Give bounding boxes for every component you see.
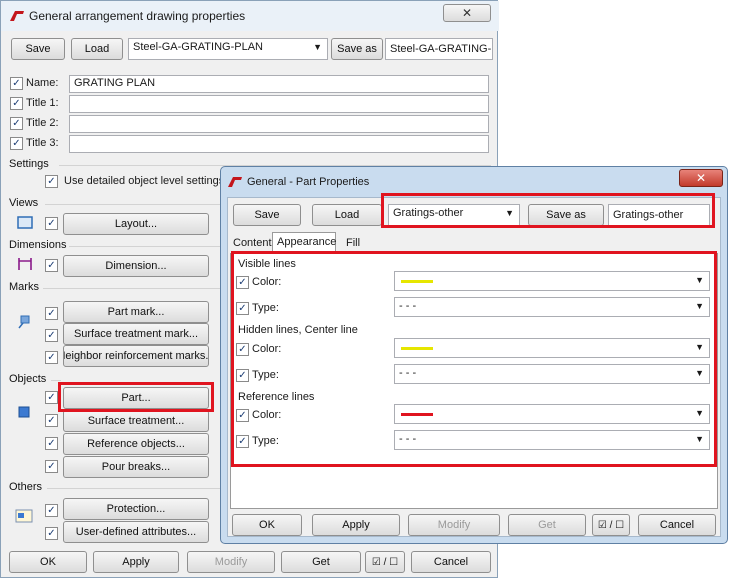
neighbor-mark-checkbox[interactable]: ✓ [45, 351, 58, 364]
title1-checkbox[interactable]: ✓ [10, 97, 23, 110]
preset-select[interactable]: Steel-GA-GRATING-PLAN ▼ [128, 38, 328, 60]
ok-button[interactable]: OK [9, 551, 87, 573]
title2-checkbox[interactable]: ✓ [10, 117, 23, 130]
settings-group-label: Settings [9, 158, 49, 170]
title-bar: General arrangement drawing properties ✕ [1, 1, 499, 31]
get-button[interactable]: Get [281, 551, 361, 573]
window-title: General - Part Properties [247, 176, 370, 188]
part-mark-checkbox[interactable]: ✓ [45, 307, 58, 320]
divider [43, 288, 225, 289]
part-object-icon [18, 406, 30, 418]
layout-button[interactable]: Layout... [63, 213, 209, 235]
part-button-highlight [58, 382, 214, 412]
close-icon: ✕ [461, 6, 473, 20]
dimensions-group-label: Dimensions [9, 239, 67, 251]
save-button[interactable]: Save [233, 204, 301, 226]
protection-checkbox[interactable]: ✓ [45, 504, 58, 517]
marks-group-label: Marks [9, 281, 39, 293]
divider [69, 246, 225, 247]
modify-button[interactable]: Modify [187, 551, 275, 573]
cancel-button[interactable]: Cancel [638, 514, 716, 536]
chevron-down-icon: ▼ [313, 42, 322, 52]
apply-button[interactable]: Apply [312, 514, 400, 536]
reference-objects-checkbox[interactable]: ✓ [45, 437, 58, 450]
others-group-label: Others [9, 481, 43, 493]
attributes-icon [15, 509, 33, 523]
title3-label: Title 3: [26, 137, 59, 149]
appearance-highlight [231, 251, 717, 467]
user-attributes-checkbox[interactable]: ✓ [45, 527, 58, 540]
reference-objects-button[interactable]: Reference objects... [63, 433, 209, 455]
tekla-app-icon [10, 11, 24, 21]
title3-field[interactable] [69, 135, 489, 153]
preset-value: Steel-GA-GRATING-PLAN [133, 41, 263, 53]
surface-treatment-mark-button[interactable]: Surface treatment mark... [63, 323, 209, 345]
name-label: Name: [26, 77, 59, 89]
pour-breaks-button[interactable]: Pour breaks... [63, 456, 209, 478]
title1-field[interactable] [69, 95, 489, 113]
neighbor-reinforcement-marks-button[interactable]: Neighbor reinforcement marks... [63, 345, 209, 367]
dimension-checkbox[interactable]: ✓ [45, 259, 58, 272]
view-icon [17, 216, 33, 229]
part-checkbox[interactable]: ✓ [45, 391, 58, 404]
apply-button[interactable]: Apply [93, 551, 179, 573]
close-button[interactable]: ✕ [679, 169, 723, 187]
layout-checkbox[interactable]: ✓ [45, 217, 58, 230]
window-title: General arrangement drawing properties [29, 9, 246, 23]
save-as-name-field[interactable]: Steel-GA-GRATING-PL [385, 38, 493, 60]
dimension-icon [18, 258, 32, 270]
detailed-settings-checkbox[interactable]: ✓ [45, 175, 58, 188]
mark-icon [18, 315, 30, 329]
name-checkbox[interactable]: ✓ [10, 77, 23, 90]
save-as-button[interactable]: Save as [331, 38, 383, 60]
ok-button[interactable]: OK [232, 514, 302, 536]
surface-treatment-button[interactable]: Surface treatment... [63, 410, 209, 432]
tekla-app-icon [228, 177, 242, 187]
modify-button[interactable]: Modify [408, 514, 500, 536]
divider [51, 380, 61, 381]
title1-label: Title 1: [26, 97, 59, 109]
title3-checkbox[interactable]: ✓ [10, 137, 23, 150]
cancel-button[interactable]: Cancel [411, 551, 491, 573]
views-group-label: Views [9, 197, 39, 209]
pour-breaks-checkbox[interactable]: ✓ [45, 460, 58, 473]
close-icon: ✕ [695, 171, 707, 185]
title2-label: Title 2: [26, 117, 59, 129]
close-button[interactable]: ✕ [443, 4, 491, 22]
divider [45, 204, 225, 205]
protection-button[interactable]: Protection... [63, 498, 209, 520]
get-button[interactable]: Get [508, 514, 586, 536]
name-field[interactable]: GRATING PLAN [69, 75, 489, 93]
divider [47, 488, 225, 489]
toggle-selection-button[interactable]: ☑ / ☐ [365, 551, 405, 573]
user-defined-attributes-button[interactable]: User-defined attributes... [63, 521, 209, 543]
saveas-highlight [381, 193, 715, 228]
title-bar: General - Part Properties ✕ [221, 167, 727, 195]
surface-mark-checkbox[interactable]: ✓ [45, 329, 58, 342]
detailed-settings-label: Use detailed object level settings [64, 175, 225, 187]
surface-treatment-checkbox[interactable]: ✓ [45, 414, 58, 427]
title2-field[interactable] [69, 115, 489, 133]
load-button[interactable]: Load [71, 38, 123, 60]
load-button[interactable]: Load [312, 204, 382, 226]
toggle-selection-button[interactable]: ☑ / ☐ [592, 514, 630, 536]
part-mark-button[interactable]: Part mark... [63, 301, 209, 323]
save-button[interactable]: Save [11, 38, 65, 60]
objects-group-label: Objects [9, 373, 47, 385]
dimension-button[interactable]: Dimension... [63, 255, 209, 277]
